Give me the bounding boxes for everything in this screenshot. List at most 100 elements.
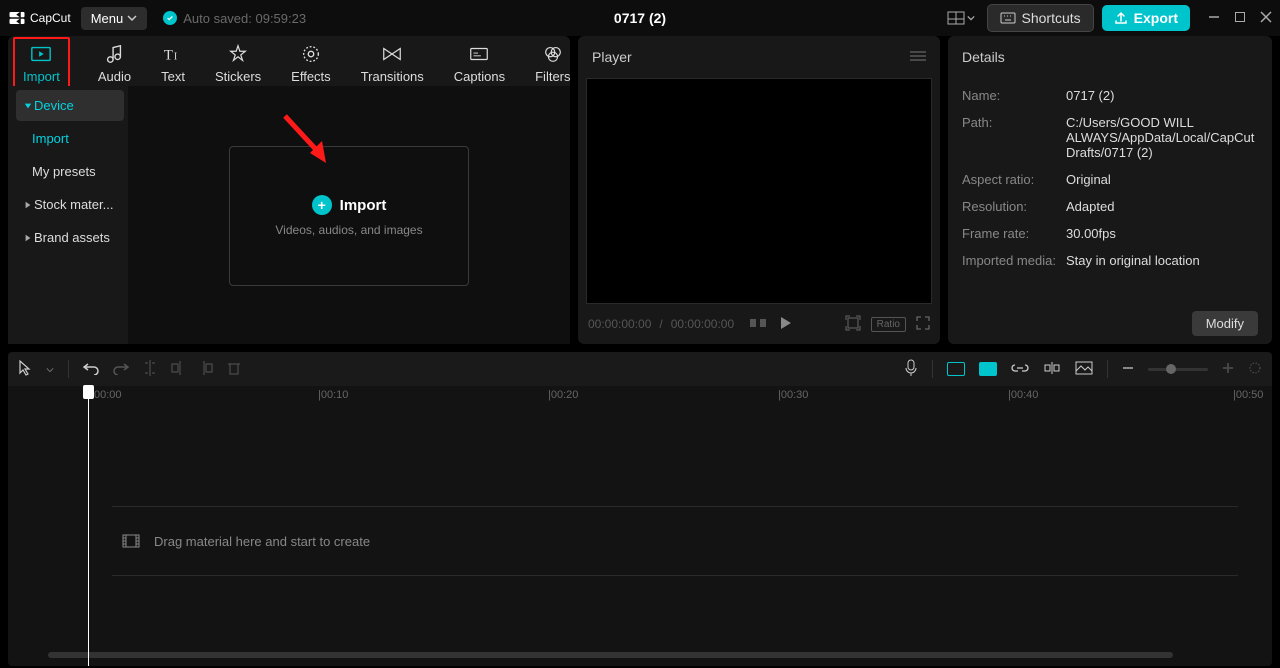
main-track-magnet-button[interactable] [947, 362, 965, 376]
undo-button[interactable] [83, 361, 99, 378]
tab-stickers[interactable]: Stickers [213, 39, 263, 88]
player-video[interactable] [586, 78, 932, 304]
time-sep: / [659, 317, 662, 331]
sidebar-item-device[interactable]: Device [16, 90, 124, 121]
tab-filters[interactable]: Filters [533, 39, 572, 88]
zoom-fit-button[interactable] [1248, 361, 1262, 378]
player-controls: 00:00:00:00 / 00:00:00:00 Ratio [578, 304, 940, 344]
ratio-button[interactable]: Ratio [871, 317, 906, 332]
minimize-button[interactable] [1208, 11, 1220, 26]
triangle-right-icon [24, 201, 32, 209]
detail-label: Path: [962, 115, 1066, 160]
shortcuts-label: Shortcuts [1022, 10, 1081, 26]
capcut-icon [8, 9, 26, 27]
tab-audio[interactable]: Audio [96, 39, 133, 88]
compare-button[interactable] [750, 317, 766, 332]
timeline-tracks[interactable]: Drag material here and start to create [8, 408, 1272, 652]
maximize-button[interactable] [1234, 11, 1246, 26]
scale-button[interactable] [845, 315, 861, 334]
separator [68, 360, 69, 378]
timeline-toolbar [8, 352, 1272, 386]
timeline[interactable]: 00:00 |00:10 |00:20 |00:30 |00:40 |00:50… [8, 386, 1272, 666]
plus-icon: + [312, 195, 332, 215]
detail-value: 30.00fps [1066, 226, 1258, 241]
layout-button[interactable] [943, 5, 979, 31]
maximize-icon [1234, 11, 1246, 23]
modify-button[interactable]: Modify [1192, 311, 1258, 336]
zoom-slider[interactable] [1148, 368, 1208, 371]
record-audio-button[interactable] [904, 359, 918, 380]
delete-left-button[interactable] [171, 360, 185, 379]
detail-row-imported: Imported media: Stay in original locatio… [962, 253, 1258, 268]
topbar: CapCut Menu Auto saved: 09:59:23 0717 (2… [0, 0, 1280, 36]
tab-text[interactable]: TI Text [159, 39, 187, 88]
detail-label: Imported media: [962, 253, 1066, 268]
player-panel: Player 00:00:00:00 / 00:00:00:00 Ratio [578, 36, 940, 344]
tab-effects[interactable]: Effects [289, 39, 333, 88]
redo-icon [113, 361, 129, 375]
tab-captions-label: Captions [454, 69, 505, 84]
sidebar-brand-label: Brand assets [34, 230, 110, 245]
detail-row-resolution: Resolution: Adapted [962, 199, 1258, 214]
filters-icon [542, 43, 564, 65]
effects-icon [300, 43, 322, 65]
link-icon [1011, 362, 1029, 374]
tab-transitions[interactable]: Transitions [359, 39, 426, 88]
zoom-out-button[interactable] [1122, 362, 1134, 377]
detail-value: Adapted [1066, 199, 1258, 214]
sidebar-item-import[interactable]: Import [16, 123, 124, 154]
sidebar-presets-label: My presets [32, 164, 96, 179]
transitions-icon [381, 43, 403, 65]
auto-save-text: Auto saved: 09:59:23 [183, 11, 306, 26]
tab-import-label: Import [23, 69, 60, 84]
export-button[interactable]: Export [1102, 5, 1190, 31]
annotation-arrow [280, 111, 340, 171]
delete-button[interactable] [227, 360, 241, 379]
playhead-handle[interactable] [83, 385, 94, 399]
auto-snap-button[interactable] [979, 362, 997, 376]
captions-icon [468, 43, 490, 65]
redo-button[interactable] [113, 361, 129, 378]
preview-axis-button[interactable] [1043, 361, 1061, 378]
tab-transitions-label: Transitions [361, 69, 424, 84]
sidebar-device-label: Device [34, 98, 74, 113]
link-button[interactable] [1011, 362, 1029, 377]
timeline-drop-zone[interactable]: Drag material here and start to create [112, 506, 1238, 576]
cover-button[interactable] [1075, 361, 1093, 378]
chevron-down-icon [127, 13, 137, 23]
player-menu-button[interactable] [910, 49, 926, 65]
playhead[interactable] [88, 386, 89, 666]
selection-tool[interactable] [18, 360, 32, 379]
mic-icon [904, 359, 918, 377]
detail-label: Name: [962, 88, 1066, 103]
shortcuts-button[interactable]: Shortcuts [987, 4, 1094, 32]
sidebar-item-brand[interactable]: Brand assets [16, 222, 124, 253]
scroll-thumb[interactable] [48, 652, 1173, 658]
time-current: 00:00:00:00 [588, 317, 651, 331]
export-icon [1114, 11, 1128, 25]
detail-label: Frame rate: [962, 226, 1066, 241]
menu-button[interactable]: Menu [81, 7, 148, 30]
zoom-slider-thumb[interactable] [1166, 364, 1176, 374]
fullscreen-button[interactable] [916, 316, 930, 333]
tab-captions[interactable]: Captions [452, 39, 507, 88]
selection-dropdown[interactable] [46, 362, 54, 377]
auto-save-status: Auto saved: 09:59:23 [163, 11, 306, 26]
timeline-scrollbar[interactable] [48, 652, 1232, 662]
separator [1107, 360, 1108, 378]
close-button[interactable] [1260, 11, 1272, 26]
sidebar-item-presets[interactable]: My presets [16, 156, 124, 187]
play-button[interactable] [780, 316, 792, 333]
split-button[interactable] [143, 360, 157, 379]
media-drop-area: + Import Videos, audios, and images [128, 86, 570, 344]
tab-import[interactable]: Import [13, 37, 70, 90]
time-ruler[interactable]: 00:00 |00:10 |00:20 |00:30 |00:40 |00:50 [8, 386, 1272, 408]
delete-right-button[interactable] [199, 360, 213, 379]
media-panel: Import Audio TI Text Stickers Effects Tr… [8, 36, 570, 344]
sidebar-import-label: Import [32, 131, 69, 146]
import-box[interactable]: + Import Videos, audios, and images [229, 146, 469, 286]
svg-text:I: I [174, 51, 177, 62]
zoom-in-button[interactable] [1222, 362, 1234, 377]
layout-icon [947, 9, 965, 27]
sidebar-item-stock[interactable]: Stock mater... [16, 189, 124, 220]
